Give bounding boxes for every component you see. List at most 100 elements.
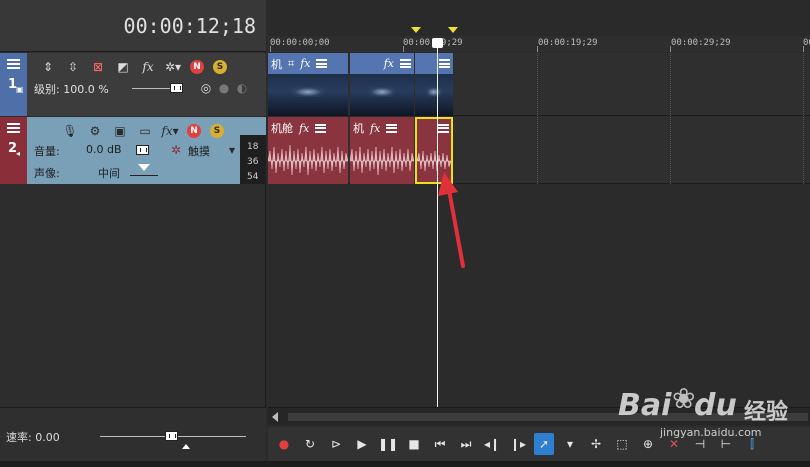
ruler-label: 00 (803, 38, 810, 48)
annotation-arrow-icon (438, 172, 465, 268)
chevron-down-icon[interactable]: ▾ (224, 142, 240, 158)
volume-slider-knob[interactable] (136, 145, 149, 155)
level-slider-knob[interactable] (170, 83, 183, 93)
audio-level-meter: 18 36 54 (240, 135, 266, 184)
video-clip[interactable]: 机 ⌗ fx (268, 53, 348, 116)
track-menu-icon[interactable] (7, 123, 20, 133)
clip-menu-icon[interactable] (315, 123, 327, 133)
timecode-display[interactable]: 00:00:12;18 (0, 0, 266, 52)
pan-slider-track[interactable] (130, 175, 158, 176)
track-header-panel: 00:00:12;18 1 ▣ ⇕ ⇳ ⊠ ◩ fx ✲▾ N S 级别: 10… (0, 0, 266, 467)
clip-fx-icon[interactable]: fx (300, 57, 310, 70)
ruler-tick (537, 46, 538, 52)
video-clip[interactable] (415, 53, 453, 116)
solo-icon[interactable]: S (210, 124, 224, 138)
automation-mode[interactable]: 触摸 (188, 143, 210, 159)
clip-fx-icon[interactable]: fx (370, 122, 380, 135)
solo-icon[interactable]: S (213, 60, 227, 74)
pause-button[interactable]: ❚❚ (378, 433, 398, 455)
track-motion-icon[interactable]: ◐ (234, 80, 250, 96)
crop-icon[interactable]: ⌗ (288, 57, 294, 71)
video-track-toolbar: ⇕ ⇳ ⊠ ◩ fx ✲▾ N S (40, 57, 227, 77)
ruler-label: 00:00:00;00 (270, 38, 330, 48)
audio-waveform (350, 146, 414, 176)
video-clip[interactable]: fx (350, 53, 414, 116)
loop-button[interactable]: ↻ (300, 433, 320, 455)
pan-value: 中间 (98, 167, 120, 180)
audio-track-header[interactable]: 2 ◂ 🎙 ⚙ ▣ ▭ fx▾ N S 音量: 0.0 dB ✲ 触摸 ▾ 声像… (0, 117, 266, 184)
play-button[interactable]: ▶ (352, 433, 372, 455)
scroll-left-icon[interactable] (272, 412, 278, 422)
clip-menu-icon[interactable] (386, 123, 398, 133)
video-thumbnail (268, 74, 348, 116)
track-menu-icon[interactable] (7, 59, 20, 69)
go-to-start-button[interactable]: ⏮ (430, 433, 450, 455)
loop-end-marker[interactable] (448, 27, 458, 33)
loop-start-marker[interactable] (411, 27, 421, 33)
clip-title: 机舱 (271, 122, 293, 135)
gear-icon[interactable]: ✲▾ (165, 59, 181, 75)
compositing-mode-icon[interactable]: ◩ (115, 59, 131, 75)
watermark-brand: Bai (618, 388, 672, 423)
playback-rate-panel: 速率: 0.00 (0, 407, 266, 461)
video-track-tab[interactable]: 1 ▣ (0, 53, 27, 116)
rate-default-marker (182, 444, 190, 449)
bypass-motion-blur-icon[interactable]: ⊠ (90, 59, 106, 75)
invert-phase-icon[interactable]: ▣ (112, 123, 128, 139)
microphone-icon[interactable]: 🎙 (62, 123, 78, 139)
clip-fx-icon[interactable]: fx (299, 122, 309, 135)
volume-value: 0.0 dB (86, 143, 122, 156)
ruler-tick (670, 46, 671, 52)
play-from-start-button[interactable]: ⊳ (326, 433, 346, 455)
go-to-end-button[interactable]: ⏭ (456, 433, 476, 455)
move-down-icon[interactable]: ⇳ (65, 59, 81, 75)
paw-icon: ❀ (672, 382, 696, 415)
mute-icon[interactable]: N (187, 124, 201, 138)
meter-tick: 18 (247, 142, 259, 152)
clip-menu-icon[interactable] (316, 59, 328, 68)
composite-parent-icon[interactable]: ● (216, 80, 232, 96)
audio-waveform (268, 144, 348, 176)
audio-clip[interactable]: 机 fx (350, 117, 414, 184)
pan-label: 声像: (34, 167, 60, 180)
rate-slider-knob[interactable] (165, 431, 178, 441)
edit-tool-dropdown-icon[interactable]: ▾ (560, 433, 580, 455)
clip-menu-icon[interactable] (438, 123, 449, 133)
watermark-url: jingyan.baidu.com (660, 426, 762, 439)
track-fx-icon[interactable]: fx (140, 59, 156, 75)
ruler-tick (270, 46, 271, 52)
playhead-handle[interactable] (432, 38, 443, 48)
audio-track-toolbar: 🎙 ⚙ ▣ ▭ fx▾ N S (62, 121, 224, 141)
track-fx-icon[interactable]: fx▾ (161, 123, 178, 139)
video-track-header[interactable]: 1 ▣ ⇕ ⇳ ⊠ ◩ fx ✲▾ N S 级别: 100.0 % ◎ ● ◐ (0, 53, 266, 116)
baidu-watermark: Bai ❀ du 经验 jingyan.baidu.com (616, 372, 810, 442)
volume-label: 音量: (34, 145, 60, 158)
ruler-label: 00:00:19;29 (538, 38, 598, 48)
ruler-label: 00:00:29;29 (671, 38, 731, 48)
speaker-icon: ◂ (16, 149, 21, 158)
video-thumbnail (350, 74, 414, 116)
envelope-tool-button[interactable]: ✢ (586, 433, 606, 455)
previous-frame-button[interactable]: ◂❙ (482, 433, 502, 455)
composite-child-icon[interactable]: ◎ (198, 80, 214, 96)
audio-track-tab[interactable]: 2 ◂ (0, 117, 27, 184)
automation-icon[interactable]: ✲ (168, 142, 184, 158)
move-up-icon[interactable]: ⇕ (40, 59, 56, 75)
vegas-timeline-window: 00:00:12;18 1 ▣ ⇕ ⇳ ⊠ ◩ fx ✲▾ N S 级别: 10… (0, 0, 810, 467)
input-bus-icon[interactable]: ⚙ (87, 123, 103, 139)
normal-edit-tool-button[interactable]: ➚ (534, 433, 554, 455)
ruler-tick (803, 46, 804, 52)
grid-line (803, 53, 804, 184)
pan-slider-knob[interactable] (138, 164, 150, 171)
next-frame-button[interactable]: ❙▸ (508, 433, 528, 455)
track-envelope-icon[interactable]: ▭ (137, 123, 153, 139)
audio-clip[interactable]: 机舱 fx (268, 117, 348, 184)
clip-menu-icon[interactable] (439, 59, 450, 68)
mute-icon[interactable]: N (190, 60, 204, 74)
clip-fx-icon[interactable]: fx (384, 57, 394, 70)
grid-line (537, 53, 538, 184)
record-button[interactable]: ● (274, 433, 294, 455)
clip-title: 机 (271, 57, 282, 71)
stop-button[interactable]: ■ (404, 433, 424, 455)
clip-menu-icon[interactable] (400, 59, 411, 68)
